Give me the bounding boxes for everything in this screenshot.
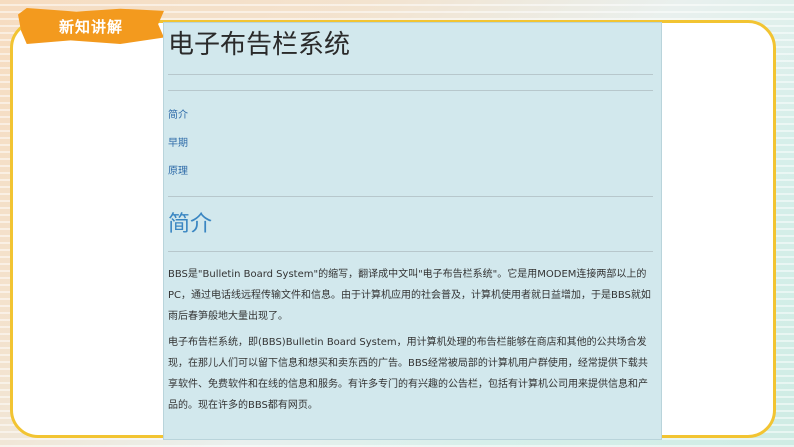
page-title: 电子布告栏系统	[168, 30, 351, 60]
bbs-article-panel: 电子布告栏系统 简介 早期 原理 简介 BBS是"Bulletin Board …	[163, 22, 662, 440]
toc-link-early[interactable]: 早期	[168, 138, 188, 149]
section-badge: 新知讲解	[18, 8, 164, 44]
section-divider	[168, 251, 653, 252]
section-title: 简介	[168, 212, 213, 237]
toc-item: 早期	[168, 137, 653, 151]
toc-bottom-divider	[168, 196, 653, 197]
toc-item: 原理	[168, 165, 653, 179]
toc-link-principle[interactable]: 原理	[168, 166, 188, 177]
toc-item: 简介	[168, 109, 653, 123]
toc-link-intro[interactable]: 简介	[168, 110, 188, 121]
table-of-contents: 简介 早期 原理	[168, 109, 653, 179]
badge-label: 新知讲解	[58, 17, 123, 36]
toc-top-divider	[168, 90, 653, 91]
paragraph-2: 电子布告栏系统，即(BBS)Bulletin Board System，用计算机…	[168, 337, 648, 411]
paragraph-1: BBS是"Bulletin Board System"的缩写，翻译成中文叫"电子…	[168, 269, 651, 322]
title-divider	[168, 74, 653, 75]
